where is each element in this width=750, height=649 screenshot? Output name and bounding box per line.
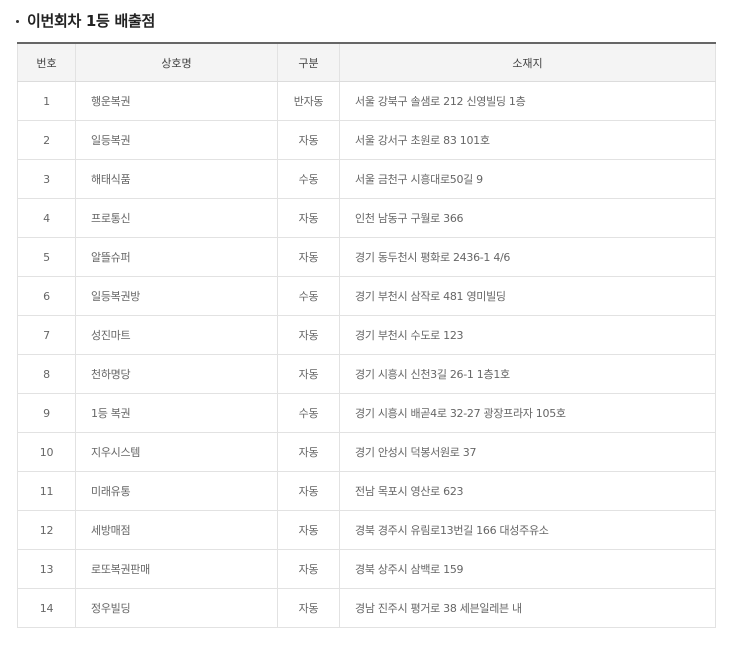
table-row: 13 로또복권판매 자동 경북 상주시 삼백로 159 — [17, 549, 716, 589]
header-type: 구분 — [277, 43, 340, 82]
cell-address: 경기 안성시 덕봉서원로 37 — [339, 432, 716, 472]
cell-address: 경기 부천시 삼작로 481 영미빌딩 — [339, 276, 716, 316]
cell-no: 6 — [17, 276, 76, 316]
section-title-text: 이번회차 1등 배출점 — [27, 11, 155, 30]
cell-store-name: 미래유통 — [75, 471, 278, 511]
table-row: 9 1등 복권 수동 경기 시흥시 배곧4로 32-27 광장프라자 105호 — [17, 393, 716, 433]
cell-address: 경북 경주시 유림로13번길 166 대성주유소 — [339, 510, 716, 550]
header-store-name: 상호명 — [75, 43, 278, 82]
cell-store-name: 세방매점 — [75, 510, 278, 550]
cell-address: 서울 금천구 시흥대로50길 9 — [339, 159, 716, 199]
cell-store-name: 정우빌딩 — [75, 588, 278, 628]
table-row: 3 해태식품 수동 서울 금천구 시흥대로50길 9 — [17, 159, 716, 199]
cell-no: 5 — [17, 237, 76, 277]
cell-address: 경기 동두천시 평화로 2436-1 4/6 — [339, 237, 716, 277]
cell-address: 경기 시흥시 배곧4로 32-27 광장프라자 105호 — [339, 393, 716, 433]
cell-store-name: 행운복권 — [75, 81, 278, 121]
cell-address: 경남 진주시 평거로 38 세븐일레븐 내 — [339, 588, 716, 628]
cell-type: 수동 — [277, 159, 340, 199]
table-row: 2 일등복권 자동 서울 강서구 초원로 83 101호 — [17, 120, 716, 160]
cell-store-name: 알뜰슈퍼 — [75, 237, 278, 277]
cell-no: 10 — [17, 432, 76, 472]
title-bullet-icon — [16, 19, 19, 23]
cell-no: 2 — [17, 120, 76, 160]
section-title: 이번회차 1등 배출점 — [16, 8, 155, 32]
cell-store-name: 1등 복권 — [75, 393, 278, 433]
table-row: 6 일등복권방 수동 경기 부천시 삼작로 481 영미빌딩 — [17, 276, 716, 316]
cell-address: 전남 목포시 영산로 623 — [339, 471, 716, 511]
cell-store-name: 성진마트 — [75, 315, 278, 355]
cell-store-name: 일등복권방 — [75, 276, 278, 316]
cell-type: 수동 — [277, 393, 340, 433]
header-no: 번호 — [17, 43, 76, 82]
cell-type: 자동 — [277, 315, 340, 355]
cell-no: 14 — [17, 588, 76, 628]
cell-no: 13 — [17, 549, 76, 589]
cell-type: 자동 — [277, 354, 340, 394]
table-row: 7 성진마트 자동 경기 부천시 수도로 123 — [17, 315, 716, 355]
cell-address: 경북 상주시 삼백로 159 — [339, 549, 716, 589]
cell-address: 서울 강북구 솔샘로 212 신영빌딩 1층 — [339, 81, 716, 121]
cell-store-name: 해태식품 — [75, 159, 278, 199]
cell-no: 8 — [17, 354, 76, 394]
winning-stores-table: 번호 상호명 구분 소재지 1 행운복권 반자동 서울 강북구 솔샘로 212 … — [17, 42, 716, 628]
cell-type: 자동 — [277, 432, 340, 472]
cell-type: 자동 — [277, 549, 340, 589]
cell-address: 서울 강서구 초원로 83 101호 — [339, 120, 716, 160]
cell-no: 9 — [17, 393, 76, 433]
table-row: 1 행운복권 반자동 서울 강북구 솔샘로 212 신영빌딩 1층 — [17, 81, 716, 121]
cell-type: 자동 — [277, 237, 340, 277]
cell-type: 자동 — [277, 588, 340, 628]
cell-type: 수동 — [277, 276, 340, 316]
cell-type: 자동 — [277, 198, 340, 238]
cell-no: 7 — [17, 315, 76, 355]
table-row: 12 세방매점 자동 경북 경주시 유림로13번길 166 대성주유소 — [17, 510, 716, 550]
cell-address: 경기 부천시 수도로 123 — [339, 315, 716, 355]
header-address: 소재지 — [339, 43, 716, 82]
table-row: 4 프로통신 자동 인천 남동구 구월로 366 — [17, 198, 716, 238]
table-row: 8 천하명당 자동 경기 시흥시 신천3길 26-1 1층1호 — [17, 354, 716, 394]
table-row: 5 알뜰슈퍼 자동 경기 동두천시 평화로 2436-1 4/6 — [17, 237, 716, 277]
cell-type: 자동 — [277, 120, 340, 160]
cell-type: 반자동 — [277, 81, 340, 121]
table-row: 10 지우시스템 자동 경기 안성시 덕봉서원로 37 — [17, 432, 716, 472]
cell-no: 1 — [17, 81, 76, 121]
cell-store-name: 프로통신 — [75, 198, 278, 238]
cell-store-name: 지우시스템 — [75, 432, 278, 472]
cell-no: 11 — [17, 471, 76, 511]
cell-no: 3 — [17, 159, 76, 199]
cell-store-name: 로또복권판매 — [75, 549, 278, 589]
cell-type: 자동 — [277, 471, 340, 511]
cell-type: 자동 — [277, 510, 340, 550]
table-row: 11 미래유통 자동 전남 목포시 영산로 623 — [17, 471, 716, 511]
cell-no: 4 — [17, 198, 76, 238]
cell-store-name: 일등복권 — [75, 120, 278, 160]
cell-address: 경기 시흥시 신천3길 26-1 1층1호 — [339, 354, 716, 394]
winning-stores-table-wrapper: 번호 상호명 구분 소재지 1 행운복권 반자동 서울 강북구 솔샘로 212 … — [17, 42, 716, 628]
cell-no: 12 — [17, 510, 76, 550]
cell-address: 인천 남동구 구월로 366 — [339, 198, 716, 238]
cell-store-name: 천하명당 — [75, 354, 278, 394]
table-header-row: 번호 상호명 구분 소재지 — [17, 43, 716, 82]
table-row: 14 정우빌딩 자동 경남 진주시 평거로 38 세븐일레븐 내 — [17, 588, 716, 628]
